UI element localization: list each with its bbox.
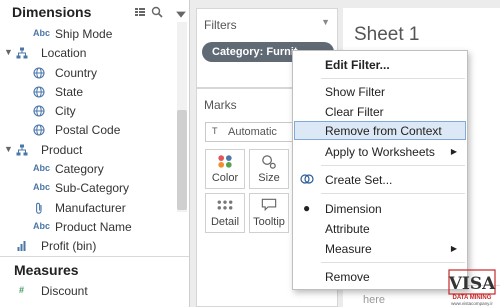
string-type-icon: Abc bbox=[33, 182, 51, 192]
menu-item-dimension[interactable]: ● Dimension bbox=[294, 199, 466, 218]
detail-dots-icon bbox=[217, 200, 233, 210]
menu-item-remove[interactable]: Remove bbox=[294, 267, 466, 286]
submenu-arrow-icon: ▶ bbox=[450, 147, 457, 156]
string-type-icon: Abc bbox=[33, 221, 51, 231]
drop-field-hint: here bbox=[363, 294, 386, 306]
menu-item-clear-filter[interactable]: Clear Filter bbox=[294, 102, 466, 121]
filters-title: Filters bbox=[204, 18, 237, 32]
menu-separator bbox=[321, 262, 465, 263]
sheet-title[interactable]: Sheet 1 bbox=[354, 24, 420, 46]
field-sub-category[interactable]: Abc Sub-Category bbox=[0, 179, 176, 198]
menu-item-attribute[interactable]: Attribute bbox=[294, 219, 466, 238]
hierarchy-icon bbox=[16, 144, 28, 156]
selected-bullet-icon: ● bbox=[303, 201, 311, 215]
color-dots-icon bbox=[218, 155, 232, 168]
menu-item-edit-filter[interactable]: Edit Filter... bbox=[294, 55, 466, 74]
scrollbar-thumb[interactable] bbox=[177, 110, 187, 210]
globe-icon bbox=[33, 67, 45, 79]
field-ship-mode[interactable]: Abc Ship Mode bbox=[0, 25, 176, 44]
bin-chart-icon bbox=[17, 241, 26, 251]
set-icon bbox=[300, 174, 314, 184]
field-category[interactable]: Abc Category bbox=[0, 160, 176, 179]
field-profit-bin[interactable]: Profit (bin) bbox=[0, 237, 176, 256]
logo-letters: VISA bbox=[448, 274, 496, 294]
tooltip-button[interactable]: Tooltip bbox=[249, 193, 289, 233]
collapse-caret-icon[interactable]: ▼ bbox=[4, 47, 13, 57]
chevron-down-icon[interactable]: ▼ bbox=[321, 17, 330, 27]
view-list-icon[interactable] bbox=[134, 6, 146, 18]
detail-button[interactable]: Detail bbox=[205, 193, 245, 233]
field-product-name[interactable]: Abc Product Name bbox=[0, 218, 176, 237]
menu-item-remove-from-context[interactable]: Remove from Context bbox=[294, 121, 466, 140]
vista-logo: VISA DATA MINING www.vistacompany.ir bbox=[443, 268, 499, 306]
string-type-icon: Abc bbox=[33, 28, 51, 38]
marks-title: Marks bbox=[204, 98, 237, 112]
numeric-type-icon: # bbox=[19, 285, 25, 295]
menu-separator bbox=[321, 165, 465, 166]
tooltip-icon bbox=[261, 198, 277, 212]
field-manufacturer[interactable]: Manufacturer bbox=[0, 199, 176, 218]
menu-separator bbox=[321, 78, 465, 79]
search-icon[interactable] bbox=[151, 6, 163, 18]
logo-url: www.vistacompany.ir bbox=[451, 301, 493, 306]
filter-context-menu: Edit Filter... Show Filter Clear Filter … bbox=[292, 50, 468, 290]
globe-icon bbox=[33, 86, 45, 98]
hierarchy-icon bbox=[16, 47, 28, 59]
size-button[interactable]: Size bbox=[249, 149, 289, 189]
color-button[interactable]: Color bbox=[205, 149, 245, 189]
vista-logo-graphic: VISA DATA MINING www.vistacompany.ir bbox=[448, 269, 496, 306]
size-icon bbox=[262, 155, 276, 169]
field-postal-code[interactable]: Postal Code bbox=[0, 121, 176, 140]
measures-title: Measures bbox=[14, 262, 79, 278]
data-pane: Dimensions Abc Ship Mode ▼ Location Coun… bbox=[0, 0, 190, 307]
section-divider bbox=[0, 256, 189, 257]
globe-icon bbox=[33, 124, 45, 136]
string-type-icon: Abc bbox=[33, 163, 51, 173]
field-country[interactable]: Country bbox=[0, 64, 176, 83]
dimensions-title: Dimensions bbox=[12, 4, 92, 20]
field-state[interactable]: State bbox=[0, 83, 176, 102]
menu-item-create-set[interactable]: Create Set... bbox=[294, 170, 466, 189]
menu-item-apply-to-worksheets[interactable]: Apply to Worksheets ▶ bbox=[294, 142, 466, 161]
menu-item-show-filter[interactable]: Show Filter bbox=[294, 82, 466, 101]
field-location-hierarchy[interactable]: ▼ Location bbox=[0, 44, 176, 63]
collapse-caret-icon[interactable]: ▼ bbox=[4, 144, 13, 154]
field-city[interactable]: City bbox=[0, 102, 176, 121]
field-discount[interactable]: # Discount bbox=[0, 282, 176, 301]
menu-item-measure[interactable]: Measure ▶ bbox=[294, 239, 466, 258]
submenu-arrow-icon: ▶ bbox=[450, 244, 457, 253]
paperclip-icon bbox=[36, 202, 42, 214]
field-product-hierarchy[interactable]: ▼ Product bbox=[0, 141, 176, 160]
mark-type-icon: T bbox=[212, 126, 218, 136]
globe-icon bbox=[33, 105, 45, 117]
menu-separator bbox=[321, 193, 465, 194]
pane-header: Dimensions bbox=[0, 0, 189, 25]
chevron-down-icon[interactable] bbox=[175, 8, 187, 20]
